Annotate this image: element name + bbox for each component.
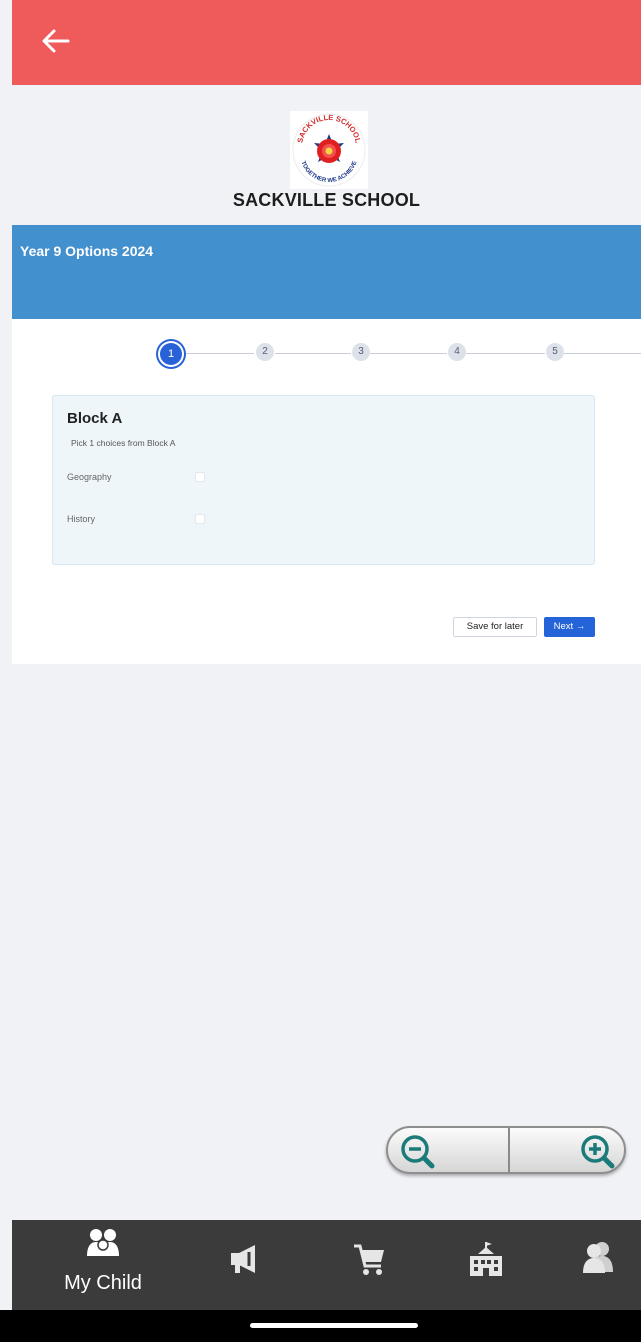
tab-label-my-child: My Child <box>64 1272 142 1294</box>
zoom-out-icon[interactable] <box>398 1132 438 1172</box>
block-card: Block A Pick 1 choices from Block A Geog… <box>52 395 595 565</box>
school-name: SACKVILLE SCHOOL <box>232 190 421 210</box>
school-building-icon <box>470 1242 502 1276</box>
step-3[interactable]: 3 <box>352 343 370 361</box>
block-instructions: Pick 1 choices from Block A <box>71 438 176 448</box>
school-header: SACKVILLE SCHOOL TOGETHER WE ACHIEVE SAC… <box>12 85 641 225</box>
tab-school[interactable] <box>430 1220 540 1310</box>
banner-title: Year 9 Options 2024 <box>20 243 154 259</box>
block-title: Block A <box>67 410 123 427</box>
options-banner: Year 9 Options 2024 <box>12 225 641 319</box>
step-connector <box>275 353 351 354</box>
tab-contacts[interactable] <box>531 1220 641 1310</box>
step-1[interactable]: 1 <box>158 341 184 367</box>
zoom-divider <box>508 1128 510 1172</box>
option-label-geography: Geography <box>67 472 112 482</box>
tab-my-child[interactable]: My Child <box>48 1220 158 1310</box>
top-app-bar <box>12 0 641 85</box>
history-checkbox[interactable] <box>195 514 205 524</box>
step-connector <box>564 353 641 354</box>
next-button[interactable]: Next → <box>544 617 595 637</box>
step-5[interactable]: 5 <box>546 343 564 361</box>
children-icon <box>87 1229 119 1256</box>
step-4[interactable]: 4 <box>448 343 466 361</box>
option-label-history: History <box>67 514 96 524</box>
home-indicator <box>0 1310 641 1342</box>
bottom-tab-bar: My Child <box>12 1220 641 1310</box>
save-for-later-button[interactable]: Save for later <box>453 617 537 637</box>
cart-icon <box>354 1244 384 1275</box>
home-bar[interactable] <box>250 1323 418 1328</box>
megaphone-icon <box>231 1245 255 1273</box>
school-logo: SACKVILLE SCHOOL TOGETHER WE ACHIEVE <box>290 111 368 189</box>
step-connector <box>184 353 254 354</box>
options-form: 1 2 3 4 5 Block A Pick 1 choices from Bl… <box>12 319 641 664</box>
step-2[interactable]: 2 <box>256 343 274 361</box>
back-arrow-icon[interactable] <box>40 26 72 56</box>
geography-checkbox[interactable] <box>195 472 205 482</box>
contacts-icon <box>583 1242 613 1273</box>
tab-shop[interactable] <box>330 1220 440 1310</box>
tab-announcements[interactable] <box>187 1220 297 1310</box>
stepper: 1 2 3 4 5 <box>12 339 641 369</box>
zoom-in-icon[interactable] <box>578 1132 618 1172</box>
step-connector <box>370 353 447 354</box>
zoom-control <box>386 1126 626 1174</box>
step-connector <box>466 353 545 354</box>
